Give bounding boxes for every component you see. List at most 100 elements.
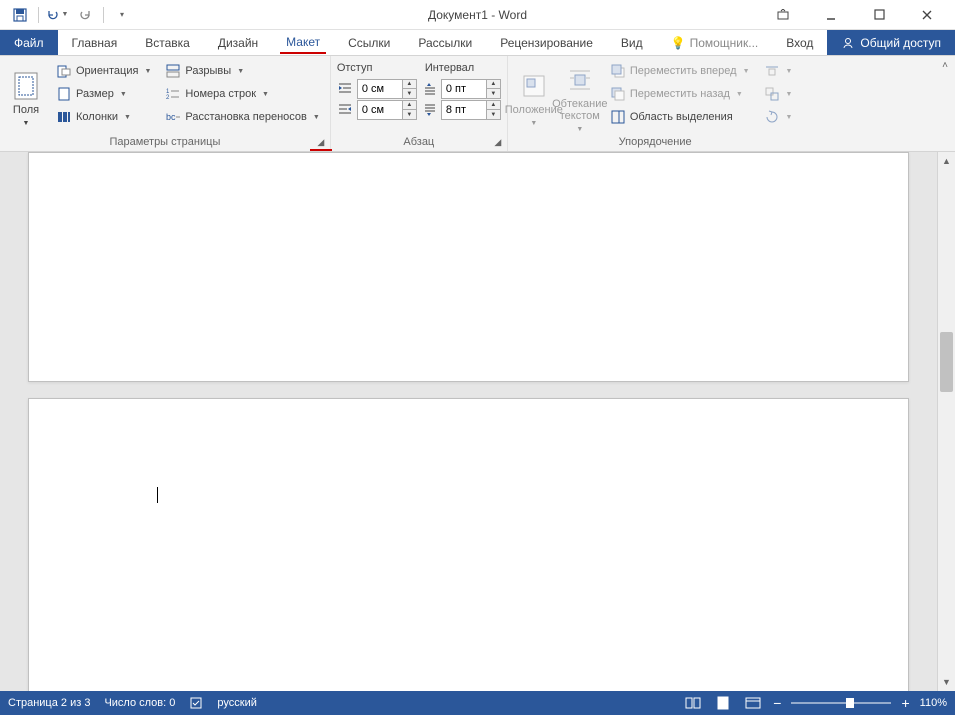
language-indicator[interactable]: русский — [217, 697, 256, 709]
save-icon — [13, 8, 27, 22]
chevron-down-icon: ▼ — [743, 68, 750, 75]
space-after-spinner[interactable]: ▲▼ — [441, 100, 501, 120]
undo-button[interactable]: ▼ — [45, 3, 69, 27]
backward-label: Переместить назад — [630, 88, 730, 100]
document-scroll[interactable] — [0, 152, 937, 691]
margins-icon — [10, 70, 42, 102]
bring-forward-button[interactable]: Переместить вперед ▼ — [606, 60, 754, 82]
share-button[interactable]: Общий доступ — [827, 30, 955, 55]
chevron-up-icon: ˄ — [942, 60, 948, 71]
indent-right-spinner[interactable]: ▲▼ — [357, 100, 417, 120]
ribbon-content: Поля▼ Ориентация ▼ Размер ▼ Колонки ▼ — [0, 56, 955, 152]
position-button[interactable]: Положение▼ — [514, 60, 554, 134]
orientation-button[interactable]: Ориентация ▼ — [52, 60, 155, 82]
share-icon — [841, 36, 855, 50]
maximize-icon — [874, 9, 885, 20]
wrap-label: Обтекание текстом▼ — [552, 98, 607, 134]
space-after-input[interactable] — [442, 101, 486, 119]
tab-review[interactable]: Рецензирование — [486, 30, 607, 55]
tab-references[interactable]: Ссылки — [334, 30, 404, 55]
signin-button[interactable]: Вход — [772, 30, 827, 55]
separator — [103, 7, 104, 23]
tab-view[interactable]: Вид — [607, 30, 657, 55]
space-before-spinner[interactable]: ▲▼ — [441, 79, 501, 99]
scroll-thumb[interactable] — [940, 332, 953, 392]
page-1[interactable] — [28, 152, 909, 382]
line-numbers-button[interactable]: 12 Номера строк ▼ — [161, 83, 323, 105]
web-layout-icon — [745, 697, 761, 709]
hyphenation-button[interactable]: bc Расстановка переносов ▼ — [161, 106, 323, 128]
breaks-button[interactable]: Разрывы ▼ — [161, 60, 323, 82]
zoom-in-button[interactable]: + — [901, 695, 909, 711]
zoom-out-button[interactable]: − — [773, 695, 781, 711]
tab-layout[interactable]: Макет — [272, 30, 334, 55]
vertical-scrollbar[interactable]: ▲ ▼ — [937, 152, 955, 691]
spin-up[interactable]: ▲ — [403, 101, 416, 110]
group-icon — [764, 86, 780, 102]
spin-up[interactable]: ▲ — [487, 101, 500, 110]
ribbon-tabs: Файл Главная Вставка Дизайн Макет Ссылки… — [0, 30, 955, 56]
space-before-input[interactable] — [442, 80, 486, 98]
zoom-thumb[interactable] — [846, 698, 854, 708]
chevron-down-icon: ▼ — [124, 114, 131, 121]
chevron-down-icon: ▼ — [736, 91, 743, 98]
titlebar: ▼ ▾ Документ1 - Word — [0, 0, 955, 30]
word-count[interactable]: Число слов: 0 — [104, 697, 175, 709]
page-indicator[interactable]: Страница 2 из 3 — [8, 697, 90, 709]
customize-qat-button[interactable]: ▾ — [110, 3, 134, 27]
minimize-button[interactable] — [811, 1, 851, 29]
web-layout-button[interactable] — [743, 694, 763, 712]
save-button[interactable] — [8, 3, 32, 27]
size-label: Размер — [76, 88, 114, 100]
send-backward-button[interactable]: Переместить назад ▼ — [606, 83, 754, 105]
chevron-down-icon: ▼ — [120, 91, 127, 98]
tab-insert[interactable]: Вставка — [131, 30, 204, 55]
tab-design[interactable]: Дизайн — [204, 30, 272, 55]
wrap-text-button[interactable]: Обтекание текстом▼ — [560, 60, 600, 134]
paragraph-dialog-launcher[interactable]: ◢ — [491, 135, 505, 149]
size-button[interactable]: Размер ▼ — [52, 83, 155, 105]
redo-button[interactable] — [73, 3, 97, 27]
spin-down[interactable]: ▼ — [487, 89, 500, 98]
tell-me-box[interactable]: 💡 Помощник... — [657, 30, 773, 55]
tell-me-label: Помощник... — [690, 36, 759, 50]
separator — [38, 7, 39, 23]
undo-icon — [46, 8, 60, 22]
tab-home[interactable]: Главная — [58, 30, 132, 55]
spin-down[interactable]: ▼ — [487, 110, 500, 119]
tab-file[interactable]: Файл — [0, 30, 58, 55]
group-arrange: Положение▼ Обтекание текстом▼ Переместит… — [508, 56, 803, 151]
spin-down[interactable]: ▼ — [403, 89, 416, 98]
group-page-setup: Поля▼ Ориентация ▼ Размер ▼ Колонки ▼ — [0, 56, 331, 151]
scroll-up-button[interactable]: ▲ — [938, 152, 955, 170]
group-label-arrange: Упорядочение — [514, 134, 797, 151]
indent-header: Отступ — [337, 62, 417, 74]
page-setup-dialog-launcher[interactable]: ◢ — [314, 135, 328, 149]
zoom-level[interactable]: 110% — [920, 697, 947, 709]
align-button[interactable]: ▼ — [760, 60, 797, 82]
maximize-button[interactable] — [859, 1, 899, 29]
ribbon-display-button[interactable] — [763, 1, 803, 29]
indent-right-input[interactable] — [358, 101, 402, 119]
spin-down[interactable]: ▼ — [403, 110, 416, 119]
indent-left-input[interactable] — [358, 80, 402, 98]
margins-button[interactable]: Поля▼ — [6, 60, 46, 134]
rotate-button[interactable]: ▼ — [760, 106, 797, 128]
zoom-slider[interactable] — [791, 702, 891, 704]
forward-icon — [610, 63, 626, 79]
print-layout-button[interactable] — [713, 694, 733, 712]
wrap-icon — [564, 64, 596, 96]
read-mode-button[interactable] — [683, 694, 703, 712]
close-button[interactable] — [907, 1, 947, 29]
columns-button[interactable]: Колонки ▼ — [52, 106, 155, 128]
collapse-ribbon-button[interactable]: ˄ — [935, 56, 955, 151]
tab-mailings[interactable]: Рассылки — [404, 30, 486, 55]
selection-pane-button[interactable]: Область выделения — [606, 106, 754, 128]
group-objects-button[interactable]: ▼ — [760, 83, 797, 105]
spin-up[interactable]: ▲ — [403, 80, 416, 89]
spin-up[interactable]: ▲ — [487, 80, 500, 89]
indent-left-spinner[interactable]: ▲▼ — [357, 79, 417, 99]
scroll-down-button[interactable]: ▼ — [938, 673, 955, 691]
page-2[interactable] — [28, 398, 909, 691]
proofing-button[interactable] — [189, 696, 203, 710]
